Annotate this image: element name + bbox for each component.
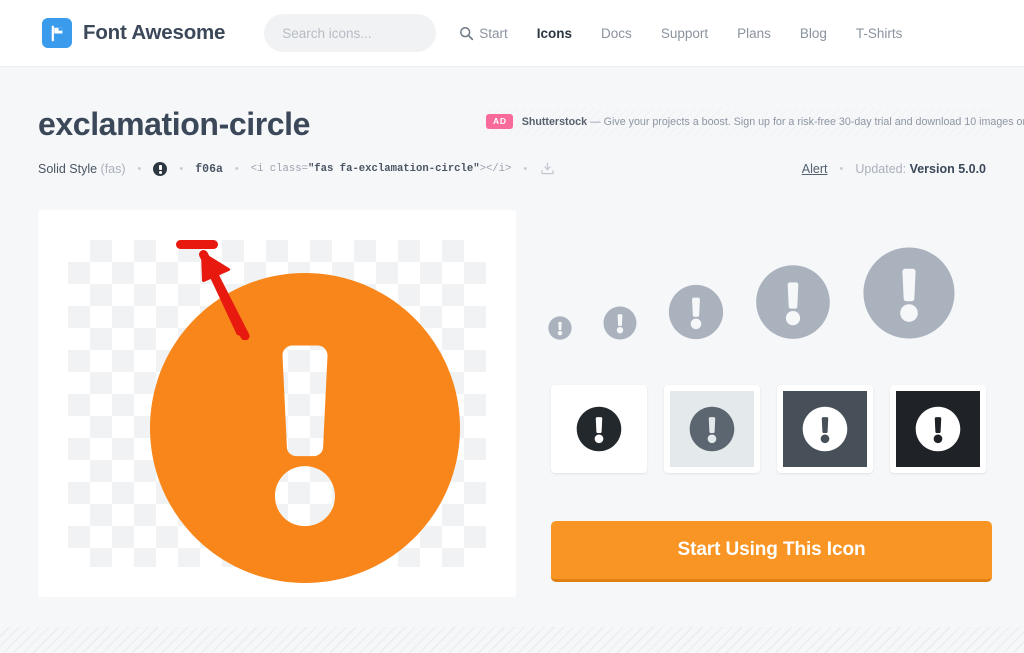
- category-link-alert[interactable]: Alert: [802, 162, 828, 176]
- ad-banner[interactable]: AD Shutterstock — Give your projects a b…: [480, 108, 1024, 135]
- site-header: Font Awesome Start Icons Docs Support Pl…: [0, 0, 1024, 67]
- snippet-suffix: ></i>: [479, 163, 512, 175]
- tile-light-gray[interactable]: [664, 385, 760, 473]
- page-title: exclamation-circle: [38, 106, 311, 142]
- scale-icon-md: [668, 284, 724, 340]
- scale-icon-sm: [603, 306, 637, 340]
- tile-black[interactable]: [890, 385, 986, 473]
- main-nav: Start Icons Docs Support Plans Blog T-Sh…: [479, 26, 902, 41]
- meta-dot-5: •: [839, 162, 844, 175]
- tile-white[interactable]: [551, 385, 647, 473]
- transparency-checkerboard: [68, 240, 486, 583]
- icon-meta-row: Solid Style (fas) • • f06a • <i class="f…: [38, 157, 986, 181]
- page-root: Font Awesome Start Icons Docs Support Pl…: [0, 0, 1024, 653]
- updated-label: Updated:: [855, 162, 910, 176]
- annotation-underline: [176, 240, 218, 249]
- scale-icon-xs: [548, 316, 572, 340]
- meta-dot-3: •: [234, 162, 239, 175]
- style-prefix: (fas): [100, 162, 126, 176]
- snippet-prefix: <i class=: [250, 163, 308, 175]
- ad-copy: Give your projects a boost. Sign up for …: [603, 115, 1024, 128]
- icon-preview-panel: [38, 210, 516, 597]
- snippet-class: "fas fa-exclamation-circle": [307, 163, 480, 175]
- search-input[interactable]: [282, 25, 460, 41]
- nav-item-docs[interactable]: Docs: [601, 26, 632, 41]
- tile-icon-dark: [576, 406, 622, 452]
- ad-separator: —: [587, 115, 604, 128]
- scale-icon-xl: [863, 247, 955, 339]
- tile-icon-white-on-slate: [802, 406, 848, 452]
- nav-item-plans[interactable]: Plans: [737, 26, 771, 41]
- exclamation-circle-preview-icon: [150, 273, 460, 583]
- meta-dot-4: •: [523, 162, 528, 175]
- flag-icon: [42, 18, 72, 48]
- style-label: Solid Style (fas): [38, 162, 126, 176]
- icon-meta-right: Alert • Updated: Version 5.0.0: [802, 162, 986, 176]
- meta-dot-2: •: [179, 162, 184, 175]
- nav-item-start[interactable]: Start: [479, 26, 508, 41]
- nav-item-tshirts[interactable]: T-Shirts: [856, 26, 903, 41]
- icon-meta-left: Solid Style (fas) • • f06a • <i class="f…: [38, 161, 556, 178]
- nav-item-blog[interactable]: Blog: [800, 26, 827, 41]
- html-snippet[interactable]: <i class="fas fa-exclamation-circle"></i…: [251, 163, 512, 175]
- exclamation-circle-icon: [153, 162, 168, 176]
- search-box[interactable]: [264, 14, 474, 52]
- meta-dot-1: •: [137, 162, 142, 175]
- nav-item-icons[interactable]: Icons: [537, 26, 572, 41]
- updated-version: Version 5.0.0: [909, 162, 986, 176]
- tile-icon-gray: [689, 406, 735, 452]
- download-icon[interactable]: [539, 161, 556, 178]
- ad-advertiser: Shutterstock: [521, 115, 588, 128]
- start-using-this-icon-button[interactable]: Start Using This Icon: [551, 521, 992, 582]
- tile-slate[interactable]: [777, 385, 873, 473]
- tile-icon-white-on-black: [915, 406, 961, 452]
- style-name: Solid Style: [38, 162, 98, 176]
- brand-logo[interactable]: Font Awesome: [42, 18, 225, 48]
- ad-badge: AD: [486, 114, 513, 129]
- footer-stripe-band: [0, 627, 1024, 653]
- nav-item-support[interactable]: Support: [661, 26, 708, 41]
- search-icon[interactable]: [459, 26, 474, 41]
- brand-name: Font Awesome: [83, 21, 226, 44]
- unicode-value[interactable]: f06a: [195, 163, 223, 176]
- ad-text: Shutterstock — Give your projects a boos…: [522, 116, 1024, 128]
- updated-info: Updated: Version 5.0.0: [855, 162, 986, 176]
- color-tiles-row: [551, 385, 986, 473]
- scale-icon-lg: [756, 265, 830, 339]
- icon-size-scale-row: [548, 228, 993, 340]
